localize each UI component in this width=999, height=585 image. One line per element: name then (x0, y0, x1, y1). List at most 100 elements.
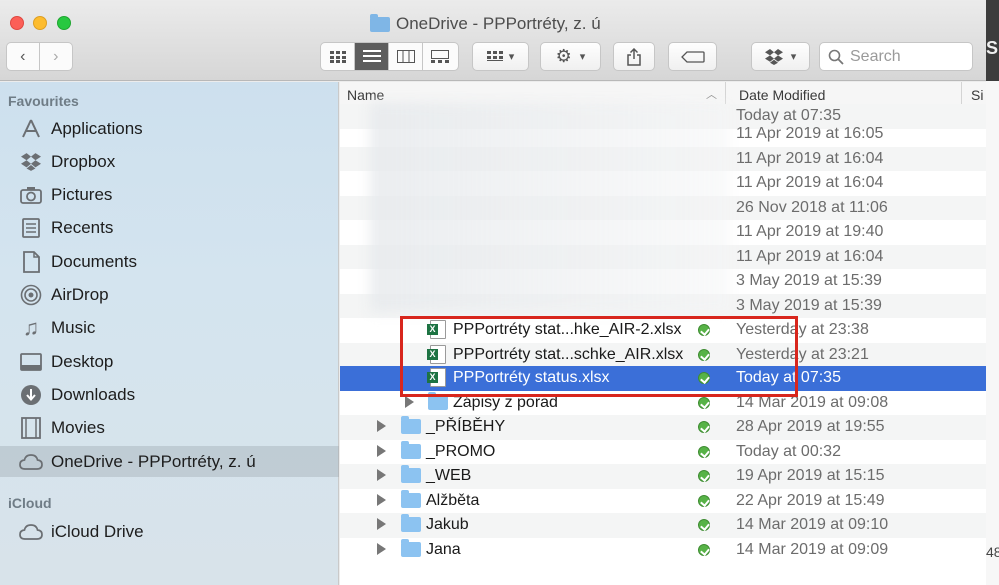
list-lines-icon (362, 50, 381, 62)
dropbox-menu-button[interactable]: ▾ (751, 42, 810, 71)
film-icon (19, 416, 43, 439)
minimize-window-button[interactable] (33, 16, 47, 30)
column-header-name[interactable]: Name (347, 87, 384, 103)
row-name: _PROMO (426, 442, 496, 460)
search-placeholder: Search (850, 47, 901, 65)
sort-ascending-icon: ︿ (706, 89, 717, 101)
dropbox-icon (764, 48, 783, 65)
share-icon (627, 47, 641, 66)
icon-grid-icon (329, 50, 346, 63)
back-forward-control: ‹ › (6, 42, 73, 71)
gallery-icon (431, 50, 449, 63)
sync-status-icon (698, 519, 710, 531)
sidebar-item-dropbox[interactable]: Dropbox (0, 146, 339, 177)
folder-icon (370, 13, 390, 32)
disclosure-triangle-icon[interactable] (377, 444, 386, 457)
row-name: _WEB (426, 467, 472, 484)
background-window-letter: S (986, 38, 999, 58)
dropbox-icon (19, 151, 43, 173)
sidebar-item-label: Music (51, 317, 96, 337)
close-window-button[interactable] (10, 16, 24, 30)
sidebar-item-label: Pictures (51, 184, 113, 204)
sidebar-item-label: Desktop (51, 351, 114, 371)
airdrop-icon (19, 284, 43, 306)
sidebar-section-favourites: Favourites (8, 93, 79, 109)
desktop-icon (19, 351, 43, 373)
sidebar-item-music[interactable]: ♫ Music (0, 312, 339, 343)
background-window-edge: S 48 (986, 0, 999, 585)
redacted-area (370, 102, 730, 312)
gallery-view-button[interactable] (423, 43, 457, 70)
disclosure-triangle-icon[interactable] (377, 469, 386, 481)
sidebar-item-label: Documents (51, 251, 137, 271)
disclosure-triangle-icon[interactable] (377, 493, 386, 506)
row-date: 19 Apr 2019 at 15:15 (736, 467, 885, 484)
sync-status-icon (698, 470, 710, 482)
sidebar-item-pictures[interactable]: Pictures (0, 179, 339, 210)
sidebar-item-downloads[interactable]: Downloads (0, 379, 339, 410)
sidebar-item-label: Applications (51, 118, 143, 138)
sidebar-item-onedrive[interactable]: OneDrive - PPPortréty, z. ú (0, 446, 339, 477)
gear-icon: ⚙ (555, 46, 572, 66)
sidebar-item-label: Downloads (51, 384, 136, 404)
icon-view-button[interactable] (321, 43, 355, 70)
row-date: 14 Mar 2019 at 09:09 (736, 540, 889, 558)
table-row[interactable]: Alžběta 22 Apr 2019 at 15:49 (340, 489, 986, 514)
sync-status-icon (698, 421, 710, 433)
chevron-right-icon: › (53, 47, 59, 65)
tag-icon (680, 50, 705, 63)
table-row[interactable]: _PŘÍBĚHY 28 Apr 2019 at 19:55 (340, 415, 986, 440)
disclosure-triangle-icon[interactable] (377, 420, 386, 432)
sidebar-item-desktop[interactable]: Desktop (0, 346, 339, 377)
row-date: 28 Apr 2019 at 19:55 (736, 418, 885, 435)
sidebar-item-label: AirDrop (51, 284, 109, 304)
table-row[interactable]: _PROMO Today at 00:32 (340, 440, 986, 465)
sidebar-item-recents[interactable]: Recents (0, 212, 339, 243)
back-button[interactable]: ‹ (7, 43, 40, 70)
background-window-header: S (986, 0, 999, 81)
background-window-number: 48 (986, 544, 999, 560)
column-view-button[interactable] (389, 43, 423, 70)
sidebar-item-airdrop[interactable]: AirDrop (0, 279, 339, 310)
disclosure-triangle-icon[interactable] (377, 518, 386, 530)
folder-icon (401, 416, 421, 434)
list-view-button[interactable] (355, 43, 389, 70)
window-title-text: OneDrive - PPPortréty, z. ú (396, 14, 601, 33)
cloud-icon (19, 451, 43, 473)
sync-status-icon (698, 396, 710, 409)
disclosure-triangle-icon[interactable] (405, 395, 414, 408)
tags-button[interactable] (668, 42, 717, 71)
row-date: 11 Apr 2019 at 16:04 (736, 174, 884, 191)
row-date: 3 May 2019 at 15:39 (736, 296, 882, 314)
share-button[interactable] (613, 42, 655, 71)
sidebar-item-applications[interactable]: Applications (0, 113, 339, 144)
sidebar-item-movies[interactable]: Movies (0, 412, 339, 443)
sidebar-item-documents[interactable]: Documents (0, 246, 339, 277)
sidebar-item-icloud-drive[interactable]: iCloud Drive (0, 516, 339, 547)
search-field[interactable]: Search (819, 42, 973, 71)
disclosure-triangle-icon[interactable] (377, 542, 386, 555)
cloud-icon (19, 521, 43, 543)
row-date: 14 Mar 2019 at 09:10 (736, 516, 889, 533)
zoom-window-button[interactable] (57, 16, 71, 30)
folder-icon (401, 489, 421, 508)
table-row[interactable]: _WEB 19 Apr 2019 at 15:15 (340, 464, 986, 489)
window-title: OneDrive - PPPortréty, z. ú (370, 13, 601, 34)
group-by-button[interactable]: ▾ (472, 42, 529, 71)
table-row[interactable]: Jakub 14 Mar 2019 at 09:10 (340, 513, 986, 538)
row-date: 11 Apr 2019 at 16:05 (736, 125, 884, 142)
table-row[interactable]: Jana 14 Mar 2019 at 09:09 (340, 538, 986, 563)
sidebar-item-label: Movies (51, 417, 105, 437)
action-menu-button[interactable]: ⚙ ▾ (540, 42, 601, 71)
row-name: Jakub (426, 516, 469, 533)
chevron-left-icon: ‹ (20, 47, 26, 65)
row-name: _PŘÍBĚHY (426, 418, 506, 435)
highlight-annotation-box (400, 316, 798, 397)
finder-window: OneDrive - PPPortréty, z. ú ‹ › ▾ ⚙ ▾ ▾ … (0, 0, 986, 585)
folder-icon (401, 514, 421, 532)
row-date: 3 May 2019 at 15:39 (736, 272, 882, 289)
row-date: 26 Nov 2018 at 11:06 (736, 198, 888, 216)
forward-button[interactable]: › (40, 43, 72, 70)
camera-icon (19, 184, 43, 206)
applications-icon (19, 118, 43, 140)
